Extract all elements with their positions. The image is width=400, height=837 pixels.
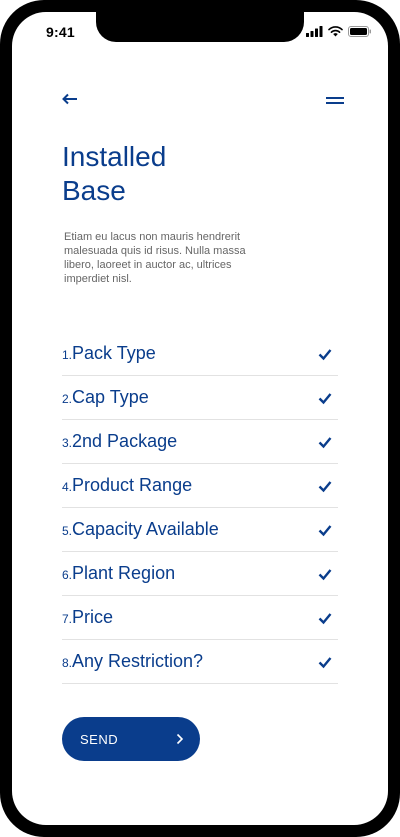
arrow-left-icon (62, 93, 77, 105)
page-description: Etiam eu lacus non mauris hendrerit male… (64, 231, 246, 285)
list-item-number: 3. (62, 436, 73, 450)
list-item-label: Capacity Available (72, 519, 219, 539)
checkmark-icon (318, 436, 332, 448)
checkmark-icon (318, 612, 332, 624)
chevron-right-icon (176, 733, 184, 745)
list-item[interactable]: 6. Plant Region (62, 552, 338, 596)
screen: 9:41 Installed Base Etiam eu lacus non m… (12, 12, 388, 825)
page-title-line1: Installed (62, 141, 167, 172)
list-item-text: 7. Price (62, 607, 113, 628)
list-item-number: 1. (62, 348, 73, 362)
list-item[interactable]: 8. Any Restriction? (62, 640, 338, 684)
list-item-label: 2nd Package (72, 431, 178, 451)
send-button[interactable]: SEND (62, 717, 200, 761)
list-item-text: 1. Pack Type (62, 343, 156, 364)
list-item[interactable]: 4. Product Range (62, 464, 338, 508)
checklist: 1. Pack Type 2. Cap Type 3. 2nd Package 4. P… (62, 332, 338, 684)
checkmark-icon (318, 524, 332, 536)
checkmark-icon (318, 480, 332, 492)
notch (96, 12, 304, 42)
list-item-number: 6. (62, 568, 73, 582)
list-item-number: 7. (62, 612, 73, 626)
list-item-text: 8. Any Restriction? (62, 651, 203, 672)
list-item-text: 5. Capacity Available (62, 519, 219, 540)
list-item[interactable]: 5. Capacity Available (62, 508, 338, 552)
send-button-label: SEND (80, 731, 119, 747)
list-item-text: 4. Product Range (62, 475, 192, 496)
checkmark-icon (318, 392, 332, 404)
list-item-number: 4. (62, 480, 73, 494)
menu-button[interactable] (322, 92, 344, 108)
list-item-label: Product Range (72, 475, 193, 495)
list-item[interactable]: 1. Pack Type (62, 332, 338, 376)
signal-icon (306, 26, 323, 37)
list-item-text: 3. 2nd Package (62, 431, 177, 452)
list-item-label: Any Restriction? (72, 651, 204, 671)
list-item-number: 8. (62, 656, 73, 670)
wifi-icon (328, 26, 343, 37)
list-item-text: 2. Cap Type (62, 387, 149, 408)
list-item-number: 5. (62, 524, 73, 538)
list-item-label: Cap Type (72, 387, 149, 407)
list-item-label: Plant Region (72, 563, 176, 583)
list-item[interactable]: 3. 2nd Package (62, 420, 338, 464)
list-item-number: 2. (62, 392, 73, 406)
list-item[interactable]: 2. Cap Type (62, 376, 338, 420)
status-time: 9:41 (46, 24, 75, 40)
checkmark-icon (318, 348, 332, 360)
menu-icon-bar (326, 101, 344, 104)
status-icons (306, 26, 372, 37)
menu-icon (326, 96, 344, 99)
list-item-label: Price (72, 607, 114, 627)
list-item[interactable]: 7. Price (62, 596, 338, 640)
page-title-line2: Base (62, 175, 126, 206)
page-title: Installed Base (62, 140, 242, 208)
back-button[interactable] (60, 90, 80, 108)
list-item-label: Pack Type (72, 343, 156, 363)
list-item-text: 6. Plant Region (62, 563, 175, 584)
battery-icon (348, 26, 371, 37)
phone-frame: 9:41 Installed Base Etiam eu lacus non m… (0, 0, 400, 837)
checkmark-icon (318, 656, 332, 668)
checkmark-icon (318, 568, 332, 580)
